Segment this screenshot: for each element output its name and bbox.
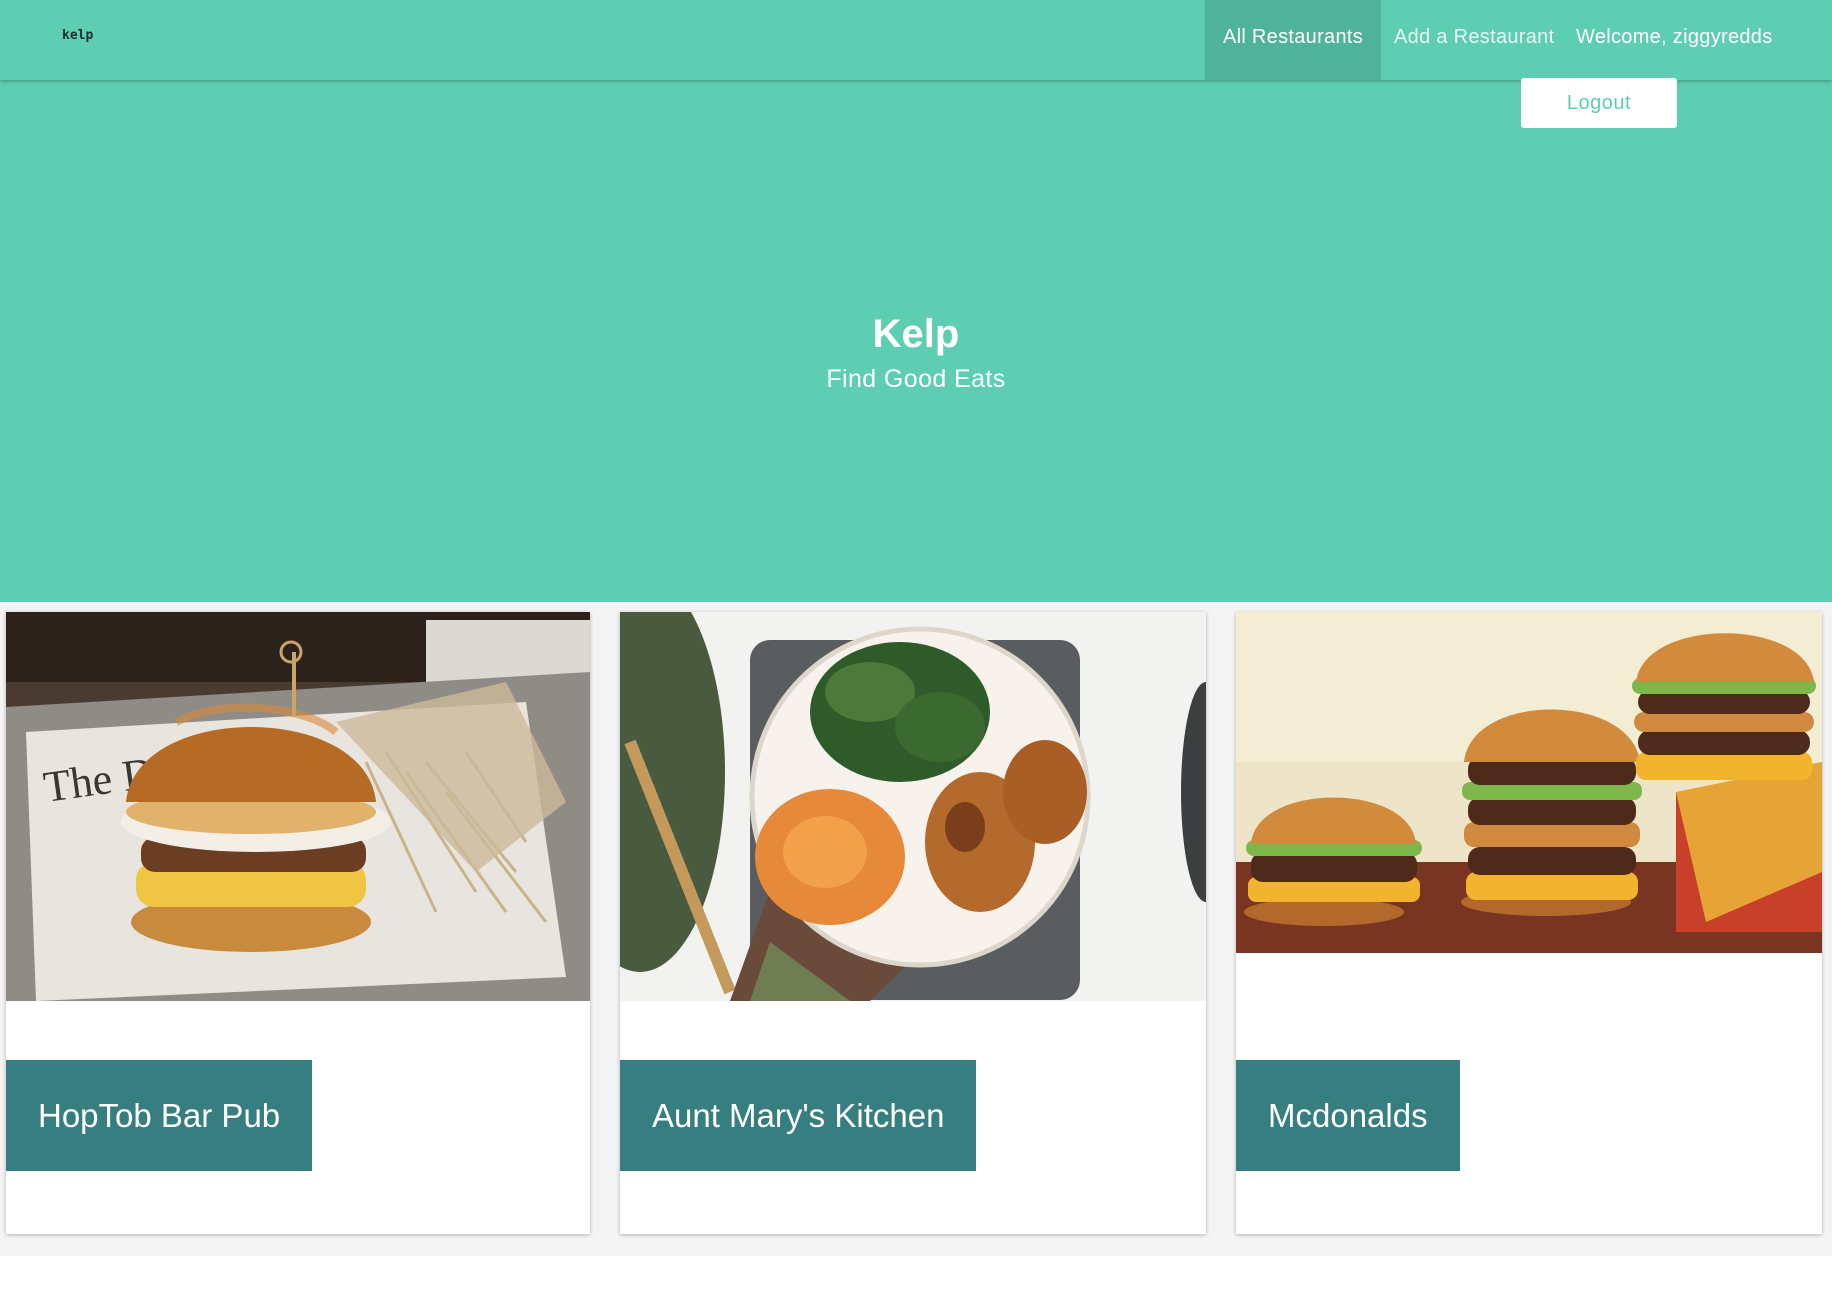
restaurant-name-button[interactable]: Mcdonalds [1236, 1060, 1460, 1171]
restaurant-photo [1236, 612, 1822, 953]
restaurant-photo: The De [6, 612, 590, 1001]
nav-add-restaurant[interactable]: Add a Restaurant [1394, 0, 1554, 80]
restaurant-card[interactable]: Aunt Mary's Kitchen [620, 612, 1206, 1234]
welcome-message: Welcome, ziggyredds [1576, 26, 1773, 48]
hero-title: Kelp [872, 312, 960, 356]
nav-all-restaurants[interactable]: All Restaurants [1205, 0, 1381, 80]
restaurant-name-button[interactable]: HopTob Bar Pub [6, 1060, 313, 1171]
brand-logo[interactable]: kelp [62, 28, 93, 43]
top-navbar: kelp All Restaurants Add a Restaurant We… [0, 0, 1832, 80]
restaurant-photo [620, 612, 1206, 1001]
restaurant-name-button[interactable]: Aunt Mary's Kitchen [620, 1060, 977, 1171]
hero-subtitle: Find Good Eats [826, 365, 1006, 393]
restaurant-card[interactable]: Mcdonalds [1236, 612, 1822, 1234]
restaurant-card[interactable]: The De HopTob Bar Pub [6, 612, 590, 1234]
logout-button[interactable]: Logout [1521, 78, 1677, 128]
